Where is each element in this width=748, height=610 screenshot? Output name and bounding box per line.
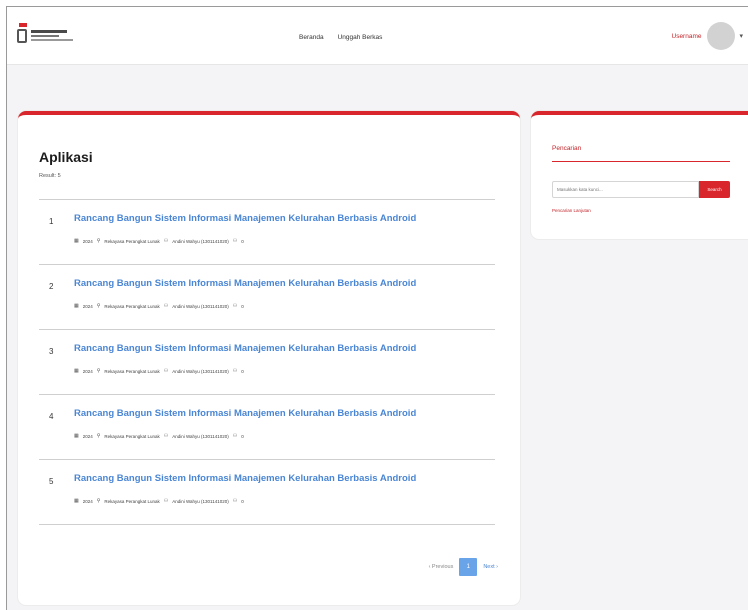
user-icon: ⚇	[163, 433, 169, 439]
chevron-down-icon[interactable]: ▾	[739, 32, 743, 40]
item-year: 2024	[82, 238, 93, 244]
count-icon: ⚇	[232, 238, 238, 244]
page-title: Aplikasi	[39, 149, 93, 165]
next-button[interactable]: Next ›	[483, 564, 498, 570]
item-title-link[interactable]: Rancang Bangun Sistem Informasi Manajeme…	[74, 213, 454, 224]
browser-frame: Beranda Unggah Berkas Username ▾ Aplikas…	[6, 6, 748, 610]
results-card: Aplikasi Result: 5 1 Rancang Bangun Siste…	[18, 111, 520, 605]
search-input[interactable]	[552, 181, 699, 198]
calendar-icon: ▦	[74, 303, 79, 309]
calendar-icon: ▦	[74, 238, 79, 244]
item-number: 2	[49, 282, 54, 291]
item-category: Rekayasa Perangkat Lunak	[104, 303, 160, 309]
nav-link-unggah-berkas[interactable]: Unggah Berkas	[338, 34, 383, 41]
list-item: 5 Rancang Bangun Sistem Informasi Manajem…	[39, 460, 495, 525]
item-meta: ▦ 2024 ⚲ Rekayasa Perangkat Lunak ⚇ Andini Wa…	[74, 433, 454, 439]
category-icon: ⚲	[96, 368, 101, 374]
item-meta: ▦ 2024 ⚲ Rekayasa Perangkat Lunak ⚇ Andini Wa…	[74, 498, 454, 504]
item-author: Andini Wahyu (1301141020)	[172, 238, 229, 244]
item-number: 3	[49, 347, 54, 356]
item-year: 2024	[82, 498, 93, 504]
username-label[interactable]: Username	[672, 33, 702, 40]
item-author: Andini Wahyu (1301141020)	[172, 433, 229, 439]
item-category: Rekayasa Perangkat Lunak	[104, 433, 160, 439]
item-title-link[interactable]: Rancang Bangun Sistem Informasi Manajeme…	[74, 408, 454, 419]
list-item: 1 Rancang Bangun Sistem Informasi Manajem…	[39, 200, 495, 265]
category-icon: ⚲	[96, 238, 101, 244]
calendar-icon: ▦	[74, 498, 79, 504]
calendar-icon: ▦	[74, 433, 79, 439]
calendar-icon: ▦	[74, 368, 79, 374]
item-number: 4	[49, 412, 54, 421]
pagination: ‹ Previous 1 Next ›	[429, 558, 498, 576]
item-number: 5	[49, 477, 54, 486]
item-meta: ▦ 2024 ⚲ Rekayasa Perangkat Lunak ⚇ Andini Wa…	[74, 303, 454, 309]
item-year: 2024	[82, 433, 93, 439]
user-icon: ⚇	[163, 368, 169, 374]
list-item: 3 Rancang Bangun Sistem Informasi Manajem…	[39, 330, 495, 395]
nav-links: Beranda Unggah Berkas	[299, 34, 382, 41]
item-author: Andini Wahyu (1301141020)	[172, 498, 229, 504]
search-button[interactable]: Search	[699, 181, 730, 198]
item-count: 0	[241, 238, 244, 244]
list-item: 4 Rancang Bangun Sistem Informasi Manajem…	[39, 395, 495, 460]
navbar: Beranda Unggah Berkas Username ▾	[7, 7, 748, 65]
item-author: Andini Wahyu (1301141020)	[172, 303, 229, 309]
item-category: Rekayasa Perangkat Lunak	[104, 368, 160, 374]
count-icon: ⚇	[232, 433, 238, 439]
user-icon: ⚇	[163, 238, 169, 244]
count-icon: ⚇	[232, 303, 238, 309]
user-icon: ⚇	[163, 498, 169, 504]
item-count: 0	[241, 433, 244, 439]
category-icon: ⚲	[96, 498, 101, 504]
item-category: Rekayasa Perangkat Lunak	[104, 498, 160, 504]
nav-link-beranda[interactable]: Beranda	[299, 34, 324, 41]
page-button-current[interactable]: 1	[459, 558, 478, 576]
advanced-search-link[interactable]: Pencarian Lanjutan	[552, 208, 591, 213]
previous-button[interactable]: ‹ Previous	[429, 564, 454, 570]
search-title-underline	[552, 161, 730, 162]
item-title-link[interactable]: Rancang Bangun Sistem Informasi Manajeme…	[74, 343, 454, 354]
user-icon: ⚇	[163, 303, 169, 309]
search-title: Pencarian	[552, 145, 582, 152]
item-meta: ▦ 2024 ⚲ Rekayasa Perangkat Lunak ⚇ Andini Wa…	[74, 368, 454, 374]
item-count: 0	[241, 368, 244, 374]
item-category: Rekayasa Perangkat Lunak	[104, 238, 160, 244]
result-count: Result: 5	[39, 173, 61, 179]
item-year: 2024	[82, 368, 93, 374]
site-logo[interactable]	[17, 23, 79, 49]
avatar[interactable]	[707, 22, 736, 50]
item-title-link[interactable]: Rancang Bangun Sistem Informasi Manajeme…	[74, 473, 454, 484]
category-icon: ⚲	[96, 433, 101, 439]
item-count: 0	[241, 498, 244, 504]
item-meta: ▦ 2024 ⚲ Rekayasa Perangkat Lunak ⚇ Andini Wa…	[74, 238, 454, 244]
count-icon: ⚇	[232, 498, 238, 504]
count-icon: ⚇	[232, 368, 238, 374]
item-title-link[interactable]: Rancang Bangun Sistem Informasi Manajeme…	[74, 278, 454, 289]
item-author: Andini Wahyu (1301141020)	[172, 368, 229, 374]
item-count: 0	[241, 303, 244, 309]
category-icon: ⚲	[96, 303, 101, 309]
item-number: 1	[49, 217, 54, 226]
search-card: Pencarian Search Pencarian Lanjutan	[531, 111, 748, 239]
item-year: 2024	[82, 303, 93, 309]
list-item: 2 Rancang Bangun Sistem Informasi Manajem…	[39, 265, 495, 330]
user-menu[interactable]: Username ▾	[672, 21, 743, 51]
